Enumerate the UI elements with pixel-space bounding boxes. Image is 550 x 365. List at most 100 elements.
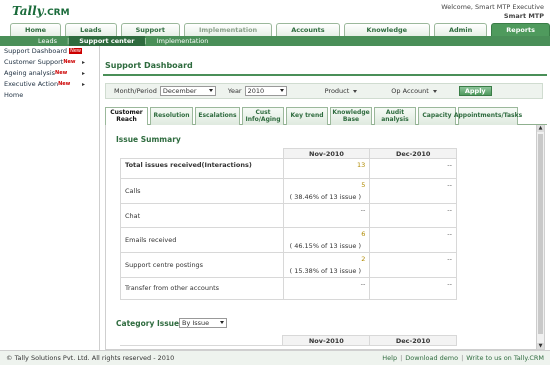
- nov-value: --: [360, 206, 366, 214]
- dec-cell: --: [369, 203, 457, 228]
- apply-button[interactable]: Apply: [458, 86, 492, 96]
- download-demo-link[interactable]: Download demo: [405, 354, 458, 362]
- sidebar-item-home[interactable]: Home: [0, 90, 99, 101]
- app-header: Tally.CRM Welcome, Smart MTP Executive S…: [0, 0, 550, 46]
- write-to-us-link[interactable]: Write to us on Tally.CRM: [466, 354, 544, 362]
- tally-crm-logo[interactable]: Tally.CRM: [12, 4, 70, 18]
- nov-value[interactable]: 6: [288, 230, 365, 238]
- tab-leads[interactable]: Leads: [65, 23, 117, 36]
- tab-key-trend[interactable]: Key trend: [286, 107, 328, 125]
- table-row: Emails received 6 ( 46.15% of 13 issue )…: [120, 227, 457, 253]
- dec-value: --: [447, 206, 452, 214]
- row-label: Emails received: [120, 227, 284, 253]
- nov-percentage: ( 15.38% of 13 issue ): [289, 267, 362, 275]
- tab-knowledge-base[interactable]: Knowledge Base: [343, 23, 430, 46]
- logo-product: .CRM: [43, 8, 70, 18]
- tab-resolution[interactable]: Resolution: [150, 107, 193, 125]
- filter-bar: Month/Period December Year 2010 Product …: [105, 83, 543, 99]
- nov-cell: 6 ( 46.15% of 13 issue ): [282, 227, 371, 253]
- tab-knowledge-base[interactable]: Knowledge Base: [330, 107, 372, 125]
- caret-down-icon: [279, 89, 284, 92]
- app-footer: © Tally Solutions Pvt. Ltd. All rights r…: [0, 350, 550, 365]
- sidebar-item-customer-support[interactable]: Customer SupportNew ▸: [0, 57, 99, 68]
- welcome-block: Welcome, Smart MTP Executive Smart MTP: [441, 3, 544, 21]
- sidebar-item-executive-action[interactable]: Executive ActionNew ▸: [0, 79, 99, 90]
- caret-down-icon: [220, 321, 224, 324]
- subnav-leads[interactable]: Leads: [28, 36, 67, 46]
- sidebar-item-label: Customer Support: [4, 58, 64, 66]
- scroll-down-icon[interactable]: ▼: [537, 343, 544, 349]
- row-label: Calls: [120, 178, 284, 204]
- product-label: Product: [324, 87, 350, 95]
- caret-down-icon: [353, 90, 358, 93]
- scroll-up-icon[interactable]: ▲: [537, 125, 544, 132]
- table-header-row: Nov-2010 Dec-2010: [119, 335, 457, 346]
- dec-value: --: [447, 280, 452, 288]
- tab-home[interactable]: Home: [10, 23, 62, 36]
- nov-value[interactable]: 13: [288, 161, 365, 169]
- row-label: Support centre postings: [120, 252, 284, 278]
- tab-audit-analysis[interactable]: Audit analysis: [374, 107, 416, 125]
- chevron-right-icon: ▸: [81, 81, 85, 88]
- subnav-support-center[interactable]: Support center: [69, 36, 145, 46]
- dec-value: --: [447, 161, 452, 169]
- tab-cust-info-aging[interactable]: Cust Info/Aging: [242, 107, 284, 125]
- month-label: Month/Period: [114, 87, 157, 95]
- help-link[interactable]: Help: [382, 354, 397, 362]
- logo-brand: Tally: [12, 4, 44, 18]
- sidebar-item-label: Executive Action: [4, 80, 59, 88]
- category-issues-table: Nov-2010 Dec-2010: [119, 335, 457, 346]
- tab-appointments-tasks[interactable]: Appointments/Tasks: [454, 107, 522, 125]
- vertical-scrollbar[interactable]: ▲ ▼: [536, 125, 544, 349]
- table-row: Total issues received(Interactions) 13 -…: [120, 158, 457, 179]
- table-header-row: Nov-2010 Dec-2010: [120, 148, 457, 159]
- sidebar-item-ageing-analysis[interactable]: Ageing analysisNew ▸: [0, 68, 99, 79]
- caret-down-icon: [208, 89, 213, 92]
- welcome-text: Welcome, Smart MTP Executive: [441, 3, 544, 11]
- sidebar-item-label: Support Dashboard: [4, 47, 68, 55]
- tab-customer-reach[interactable]: Customer Reach: [105, 107, 148, 125]
- nov-percentage: ( 38.46% of 13 issue ): [289, 193, 362, 201]
- report-subtabs: Customer Reach Resolution Escalations Cu…: [105, 107, 547, 125]
- column-header: Dec-2010: [369, 335, 457, 346]
- product-dropdown[interactable]: Product: [325, 87, 358, 95]
- month-select[interactable]: December: [159, 86, 216, 96]
- nov-percentage: ( 46.15% of 13 issue ): [289, 242, 362, 250]
- main-tabs: Home Leads Support Implementation Accoun…: [0, 23, 550, 46]
- page-title: Support Dashboard: [105, 61, 193, 70]
- tab-accounts[interactable]: Accounts: [276, 23, 340, 36]
- sidebar: Support Dashboard New Customer SupportNe…: [0, 46, 100, 350]
- tab-reports[interactable]: Reports: [491, 23, 550, 36]
- tab-capacity[interactable]: Capacity: [418, 107, 456, 125]
- nov-value[interactable]: 5: [288, 181, 365, 189]
- nov-cell: 13: [282, 158, 371, 179]
- subnav-implementation[interactable]: Implementation: [147, 36, 219, 46]
- new-badge: New: [63, 59, 76, 65]
- issue-summary-table: Nov-2010 Dec-2010 Total issues received(…: [120, 148, 457, 300]
- tab-admin[interactable]: Admin: [433, 23, 488, 36]
- scrollbar-thumb[interactable]: [538, 134, 543, 334]
- tab-support[interactable]: Support: [120, 23, 180, 36]
- issue-summary-title: Issue Summary: [116, 135, 181, 144]
- sub-navigation: Leads | Support center | Implementation: [0, 36, 550, 46]
- nov-cell: --: [282, 277, 371, 300]
- report-content: Issue Summary Nov-2010 Dec-2010 Total is…: [105, 125, 545, 350]
- table-row: Chat -- --: [120, 203, 457, 228]
- dec-cell: --: [369, 178, 457, 204]
- new-badge: New: [55, 70, 68, 76]
- dec-cell: --: [369, 252, 457, 278]
- table-row: Calls 5 ( 38.46% of 13 issue ) --: [120, 178, 457, 204]
- op-account-label: Op Account: [391, 87, 429, 95]
- category-issues-select[interactable]: By Issue: [179, 318, 227, 328]
- sidebar-item-support-dashboard[interactable]: Support Dashboard New: [0, 46, 99, 57]
- op-account-dropdown[interactable]: Op Account: [391, 87, 437, 95]
- nov-value[interactable]: 2: [288, 255, 365, 263]
- row-label: Total issues received(Interactions): [120, 158, 284, 179]
- month-select-value: December: [162, 87, 197, 95]
- table-row: Support centre postings 2 ( 15.38% of 13…: [120, 252, 457, 278]
- table-header-blank: [120, 148, 284, 159]
- column-header: Dec-2010: [369, 148, 457, 159]
- tab-escalations[interactable]: Escalations: [195, 107, 240, 125]
- year-select[interactable]: 2010: [244, 86, 287, 96]
- tab-implementation[interactable]: Implementation: [183, 23, 273, 36]
